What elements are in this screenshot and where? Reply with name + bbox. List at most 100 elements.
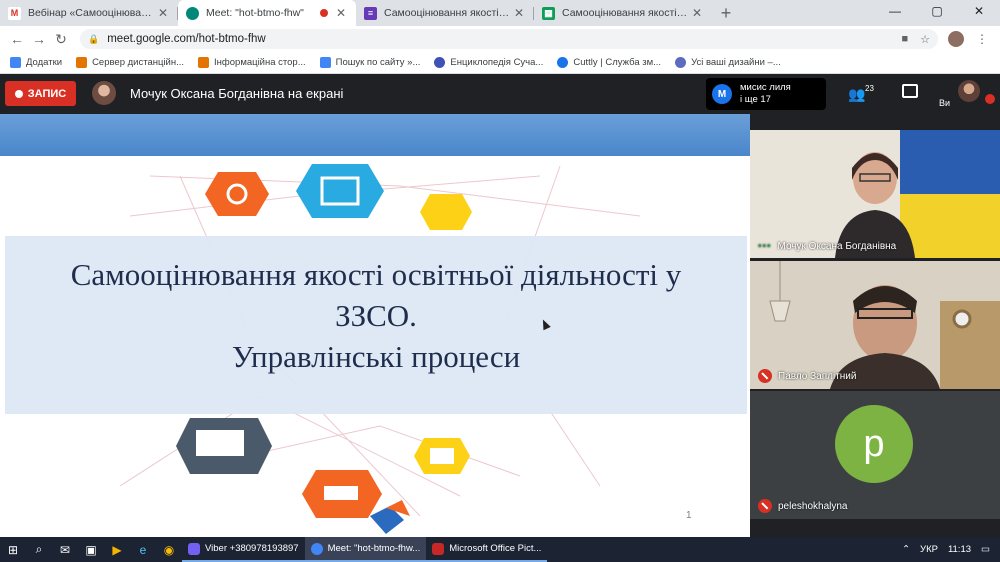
- bookmark-label: Сервер дистанційн...: [92, 57, 185, 68]
- star-icon[interactable]: ☆: [920, 33, 930, 46]
- participant-name: ••• Мочук Оксана Богданівна: [758, 241, 896, 252]
- participant-video: [835, 152, 915, 258]
- reload-icon[interactable]: ↻: [50, 31, 72, 48]
- presenter-avatar: [92, 81, 116, 105]
- close-tab-icon[interactable]: ✕: [690, 6, 704, 20]
- mail-icon[interactable]: ✉: [52, 537, 78, 562]
- bookmark-label: Пошук по сайту »...: [335, 57, 421, 68]
- window-controls: — ▢ ✕: [874, 0, 1000, 22]
- windows-taskbar: ⊞ ⌕ ✉ ▣ ▶ e ◉ Viber +380978193897 Meet: …: [0, 537, 1000, 562]
- camera-icon[interactable]: ■: [901, 33, 908, 46]
- close-tab-icon[interactable]: ✕: [156, 6, 170, 20]
- close-tab-icon[interactable]: ✕: [334, 6, 348, 20]
- mic-off-icon: [758, 499, 772, 513]
- people-icon[interactable]: 👥: [848, 86, 865, 103]
- bookmark-item[interactable]: Усі ваші дизайни –...: [675, 57, 781, 68]
- presentation-slide: Самооцінювання якості освітньої діяльнос…: [0, 114, 750, 537]
- recording-label: ЗАПИС: [27, 87, 67, 100]
- chip-text: мисис лиля і ще 17: [740, 82, 791, 106]
- office-picture-icon: [432, 542, 445, 555]
- taskbar-app-label: Microsoft Office Pict...: [449, 543, 542, 554]
- browser-toolbar: ← → ↻ 🔒 meet.google.com/hot-btmo-fhw ■ ☆…: [0, 26, 1000, 52]
- profile-avatar[interactable]: [948, 31, 964, 47]
- tab-forms[interactable]: ≡ Самооцінювання якості освітн ✕: [356, 0, 534, 26]
- windows-start-icon[interactable]: ⊞: [0, 537, 26, 562]
- taskbar-app-viber[interactable]: Viber +380978193897: [182, 537, 305, 562]
- bookmark-item[interactable]: Енциклопедія Суча...: [434, 57, 543, 68]
- slide-title-line: Самооцінювання якості освітньої діяльнос…: [70, 257, 682, 292]
- maximize-button[interactable]: ▢: [916, 0, 958, 22]
- mic-off-icon: [758, 369, 772, 383]
- recording-button[interactable]: ЗАПИС: [5, 81, 76, 106]
- back-icon[interactable]: ←: [6, 31, 28, 47]
- clock[interactable]: 11:13: [948, 544, 971, 555]
- close-window-button[interactable]: ✕: [958, 0, 1000, 22]
- tab-gmail[interactable]: M Вебінар «Самооцінювання якос ✕: [0, 0, 178, 26]
- participant-tile[interactable]: Павло Заплітний: [750, 261, 1000, 389]
- browser-tab-strip: M Вебінар «Самооцінювання якос ✕ Meet: "…: [0, 0, 1000, 26]
- bookmark-label: Усі ваші дизайни –...: [691, 57, 781, 68]
- edge-icon[interactable]: e: [130, 537, 156, 562]
- bookmarks-bar: Додатки Сервер дистанційн... Інформаційн…: [0, 52, 1000, 74]
- meet-header: ЗАПИС Мочук Оксана Богданівна на екрані …: [0, 74, 1000, 114]
- taskbar-app-label: Meet: "hot-btmo-fhw...: [327, 543, 421, 554]
- cuttly-icon: [557, 57, 569, 68]
- store-icon[interactable]: ▣: [78, 537, 104, 562]
- bookmark-label: Інформаційна стор...: [214, 57, 306, 68]
- participant-chip[interactable]: M мисис лиля і ще 17: [706, 78, 826, 110]
- taskbar-app-label: Viber +380978193897: [205, 543, 299, 554]
- participant-tiles: ••• Мочук Оксана Богданівна Павло Запліт…: [750, 114, 1000, 537]
- site-icon: [76, 57, 88, 68]
- bookmark-apps[interactable]: Додатки: [10, 57, 62, 68]
- minimize-button[interactable]: —: [874, 0, 916, 22]
- presenter-status: Мочук Оксана Богданівна на екрані: [130, 86, 344, 101]
- gift-icon: [430, 448, 454, 464]
- bookmark-item[interactable]: Пошук по сайту »...: [319, 57, 421, 68]
- media-icon[interactable]: ▶: [104, 537, 130, 562]
- chat-icon[interactable]: [902, 84, 918, 98]
- bookmark-item[interactable]: Інформаційна стор...: [198, 57, 306, 68]
- chevron-up-icon[interactable]: ⌃: [902, 544, 910, 555]
- url-text: meet.google.com/hot-btmo-fhw: [107, 33, 266, 45]
- menu-icon[interactable]: ⋮: [976, 32, 988, 46]
- chrome-icon[interactable]: ◉: [156, 537, 182, 562]
- address-bar[interactable]: 🔒 meet.google.com/hot-btmo-fhw ■ ☆: [80, 29, 938, 49]
- forms-icon: ≡: [364, 6, 377, 20]
- bookmark-item[interactable]: Cuttly | Служба зм...: [557, 57, 661, 68]
- slide-header-band: [0, 114, 750, 156]
- participant-tile[interactable]: ••• Мочук Оксана Богданівна: [750, 130, 1000, 258]
- tab-meet[interactable]: Meet: "hot-btmo-fhw" ✕: [178, 0, 356, 26]
- taskbar-app-chrome[interactable]: Meet: "hot-btmo-fhw...: [304, 537, 427, 562]
- mic-off-icon: [985, 94, 995, 104]
- calendar-hex-icon: [296, 164, 384, 218]
- globe-icon: [434, 57, 446, 68]
- recording-indicator-icon: [320, 9, 328, 17]
- apps-grid-icon: [10, 57, 21, 68]
- participant-name-text: Павло Заплітний: [778, 370, 857, 382]
- participant-name-text: peleshokhalyna: [778, 500, 848, 512]
- bookmark-item[interactable]: Сервер дистанційн...: [76, 57, 184, 68]
- notification-icon[interactable]: ▭: [981, 544, 990, 555]
- close-tab-icon[interactable]: ✕: [512, 6, 526, 20]
- gmail-icon: M: [8, 6, 21, 20]
- site-icon: [319, 57, 331, 68]
- system-tray: ⌃ УКР 11:13 ▭: [902, 537, 1000, 562]
- forward-icon[interactable]: →: [28, 31, 50, 47]
- self-avatar[interactable]: [958, 80, 980, 102]
- chip-avatar: M: [712, 84, 732, 104]
- tab-sheets[interactable]: ▦ Самооцінювання якості освітн ✕: [534, 0, 712, 26]
- taskbar-app-office-picture[interactable]: Microsoft Office Pict...: [426, 537, 548, 562]
- participant-name-text: Мочук Оксана Богданівна: [777, 241, 897, 252]
- participant-tile[interactable]: p peleshokhalyna: [750, 391, 1000, 519]
- language-indicator[interactable]: УКР: [920, 544, 938, 555]
- tab-title: Самооцінювання якості освітн: [562, 7, 690, 19]
- slide-title: Самооцінювання якості освітньої діяльнос…: [5, 254, 747, 377]
- new-tab-button[interactable]: +: [712, 0, 740, 26]
- chrome-icon: [310, 542, 323, 555]
- tab-title: Вебінар «Самооцінювання якос: [28, 7, 156, 19]
- participant-name: Павло Заплітний: [758, 369, 856, 383]
- chip-line2: і ще 17: [740, 94, 771, 105]
- site-icon: [198, 57, 210, 68]
- search-icon[interactable]: ⌕: [26, 537, 52, 562]
- presentation-board-icon: [196, 430, 244, 456]
